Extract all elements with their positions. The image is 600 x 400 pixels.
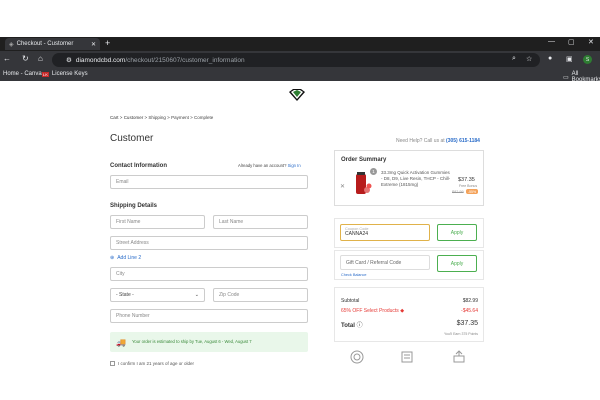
- star-icon[interactable]: ☆: [526, 55, 532, 63]
- promo-value: -$45.64: [461, 308, 478, 314]
- diamond-logo-icon[interactable]: [288, 88, 306, 102]
- extension-icon[interactable]: ●: [548, 55, 552, 62]
- site-favicon-icon: ◈: [9, 41, 14, 48]
- address-bar[interactable]: ⚙ diamondcbd.com/checkout/2150607/custom…: [52, 53, 540, 67]
- age-label: I confirm I am 21 years of age or older: [118, 361, 195, 366]
- license-icon: LK: [42, 71, 49, 77]
- folder-icon: ▭: [563, 74, 569, 81]
- coupon-value: CANNA24: [345, 231, 369, 237]
- breadcrumb-customer: Customer: [123, 115, 144, 120]
- coupon-input[interactable]: Coupon Code CANNA24: [340, 224, 430, 241]
- age-checkbox[interactable]: [110, 361, 115, 366]
- home-icon[interactable]: ⌂: [38, 54, 43, 63]
- total-value: $37.35: [456, 320, 478, 327]
- breadcrumb-shipping: Shipping: [148, 115, 166, 120]
- already-text: Already have an account?: [238, 163, 287, 168]
- tag-icon: ◆: [400, 308, 405, 314]
- check-balance-link[interactable]: Check Balance: [341, 273, 367, 277]
- profile-avatar[interactable]: S: [583, 55, 592, 64]
- free-bonus-label: Free Bonus: [459, 184, 478, 188]
- product-image: [356, 172, 372, 194]
- lab-report-icon: [401, 351, 413, 363]
- gift-apply-button[interactable]: Apply: [437, 255, 477, 272]
- shipping-heading: Shipping Details: [110, 203, 158, 209]
- total-label-row: Total ⓘ: [341, 320, 363, 329]
- breadcrumb-complete: Complete: [194, 115, 214, 120]
- browser-tab[interactable]: ◈ Checkout - Customer ✕: [5, 38, 100, 50]
- guarantee-badge-icon: [350, 350, 364, 364]
- quantity-badge: 1: [370, 168, 377, 175]
- maximize-icon[interactable]: ▢: [568, 38, 575, 46]
- email-field[interactable]: Email: [110, 175, 308, 189]
- phone-field[interactable]: Phone Number: [110, 309, 308, 323]
- add-line-2-link[interactable]: ⊕ Add Line 2: [110, 255, 141, 261]
- shipping-box-icon: [453, 350, 465, 363]
- add-line-label: Add Line 2: [117, 255, 142, 261]
- promo-label: 65% OFF Select Products ◆: [341, 308, 404, 314]
- plus-circle-icon: ⊕: [110, 255, 115, 261]
- product-name: 33.3mg Quick Activation Gummies - D8, D9…: [381, 170, 451, 187]
- bookmarks-bar: Home - Canva LK License Keys ▭ All Bookm…: [0, 69, 600, 83]
- url-path: /checkout/2150607/customer_information: [125, 56, 245, 64]
- close-window-icon[interactable]: ✕: [588, 38, 594, 46]
- bookmark-label: License Keys: [51, 71, 88, 77]
- points-earn-text: You'll Earn 375 Points: [443, 332, 478, 336]
- zip-field[interactable]: Zip Code: [213, 288, 308, 302]
- remove-item-icon[interactable]: ✕: [340, 183, 345, 190]
- new-tab-button[interactable]: +: [105, 38, 110, 48]
- tab-title: Checkout - Customer: [16, 41, 74, 47]
- gift-code-input[interactable]: Gift Card / Referral Code: [340, 255, 430, 270]
- bookmark-label: Home - Canva: [3, 71, 42, 77]
- truck-icon: 🚚: [116, 337, 126, 347]
- city-field[interactable]: City: [110, 267, 308, 281]
- breadcrumb-sep: >: [144, 115, 148, 120]
- url-host: diamondcbd.com: [75, 56, 126, 64]
- subtotal-value: $82.99: [462, 298, 478, 304]
- site-info-icon[interactable]: ⚙: [66, 56, 72, 64]
- discount-badge: -55%: [466, 189, 478, 194]
- state-label: - State -: [116, 292, 134, 298]
- extension-icon-2[interactable]: ▣: [566, 55, 573, 63]
- signin-prompt: Already have an account? Sign In: [238, 163, 301, 168]
- last-name-field[interactable]: Last Name: [213, 215, 308, 229]
- reload-icon[interactable]: ↻: [22, 54, 29, 63]
- original-price: $82.99: [452, 190, 464, 194]
- chevron-down-icon: ⌄: [194, 292, 199, 298]
- breadcrumb-sep: >: [190, 115, 193, 120]
- total-label: Total: [341, 323, 355, 329]
- order-summary-heading: Order Summary: [341, 157, 387, 163]
- ship-estimate-text: Your order is estimated to ship by Tue, …: [131, 339, 252, 344]
- street-field[interactable]: Street Address: [110, 236, 308, 250]
- help-text: Need Help? Call us at: [396, 138, 445, 144]
- breadcrumb-sep: >: [167, 115, 170, 120]
- breadcrumb-payment: Payment: [171, 115, 189, 120]
- state-select[interactable]: - State - ⌄: [110, 288, 205, 302]
- coupon-apply-button[interactable]: Apply: [437, 224, 477, 241]
- help-phone-link[interactable]: (305) 615-1184: [446, 138, 480, 144]
- info-icon[interactable]: ⓘ: [357, 323, 363, 329]
- minimize-icon[interactable]: —: [548, 38, 555, 45]
- breadcrumb-cart[interactable]: Cart: [110, 115, 119, 120]
- first-name-field[interactable]: First Name: [110, 215, 205, 229]
- page-title: Customer: [110, 133, 154, 144]
- help-line: Need Help? Call us at (305) 615-1184: [396, 138, 480, 144]
- zoom-icon[interactable]: ⌕: [512, 55, 516, 63]
- contact-heading: Contact Information: [110, 163, 167, 169]
- signin-link[interactable]: Sign In: [288, 163, 301, 168]
- age-confirm[interactable]: I confirm I am 21 years of age or older: [110, 361, 194, 366]
- bookmark-home-canva[interactable]: Home - Canva: [3, 71, 42, 77]
- breadcrumb-sep: >: [119, 115, 123, 120]
- ship-estimate-notice: 🚚 Your order is estimated to ship by Tue…: [110, 332, 308, 352]
- bookmark-license-keys[interactable]: LK License Keys: [42, 71, 88, 77]
- product-price: $37.35: [458, 177, 475, 183]
- promo-text: 65% OFF Select Products: [341, 308, 399, 314]
- breadcrumb: Cart > Customer > Shipping > Payment > C…: [110, 115, 213, 120]
- subtotal-label: Subtotal: [341, 298, 360, 304]
- tab-close-icon[interactable]: ✕: [91, 41, 96, 48]
- back-icon[interactable]: ←: [3, 54, 11, 63]
